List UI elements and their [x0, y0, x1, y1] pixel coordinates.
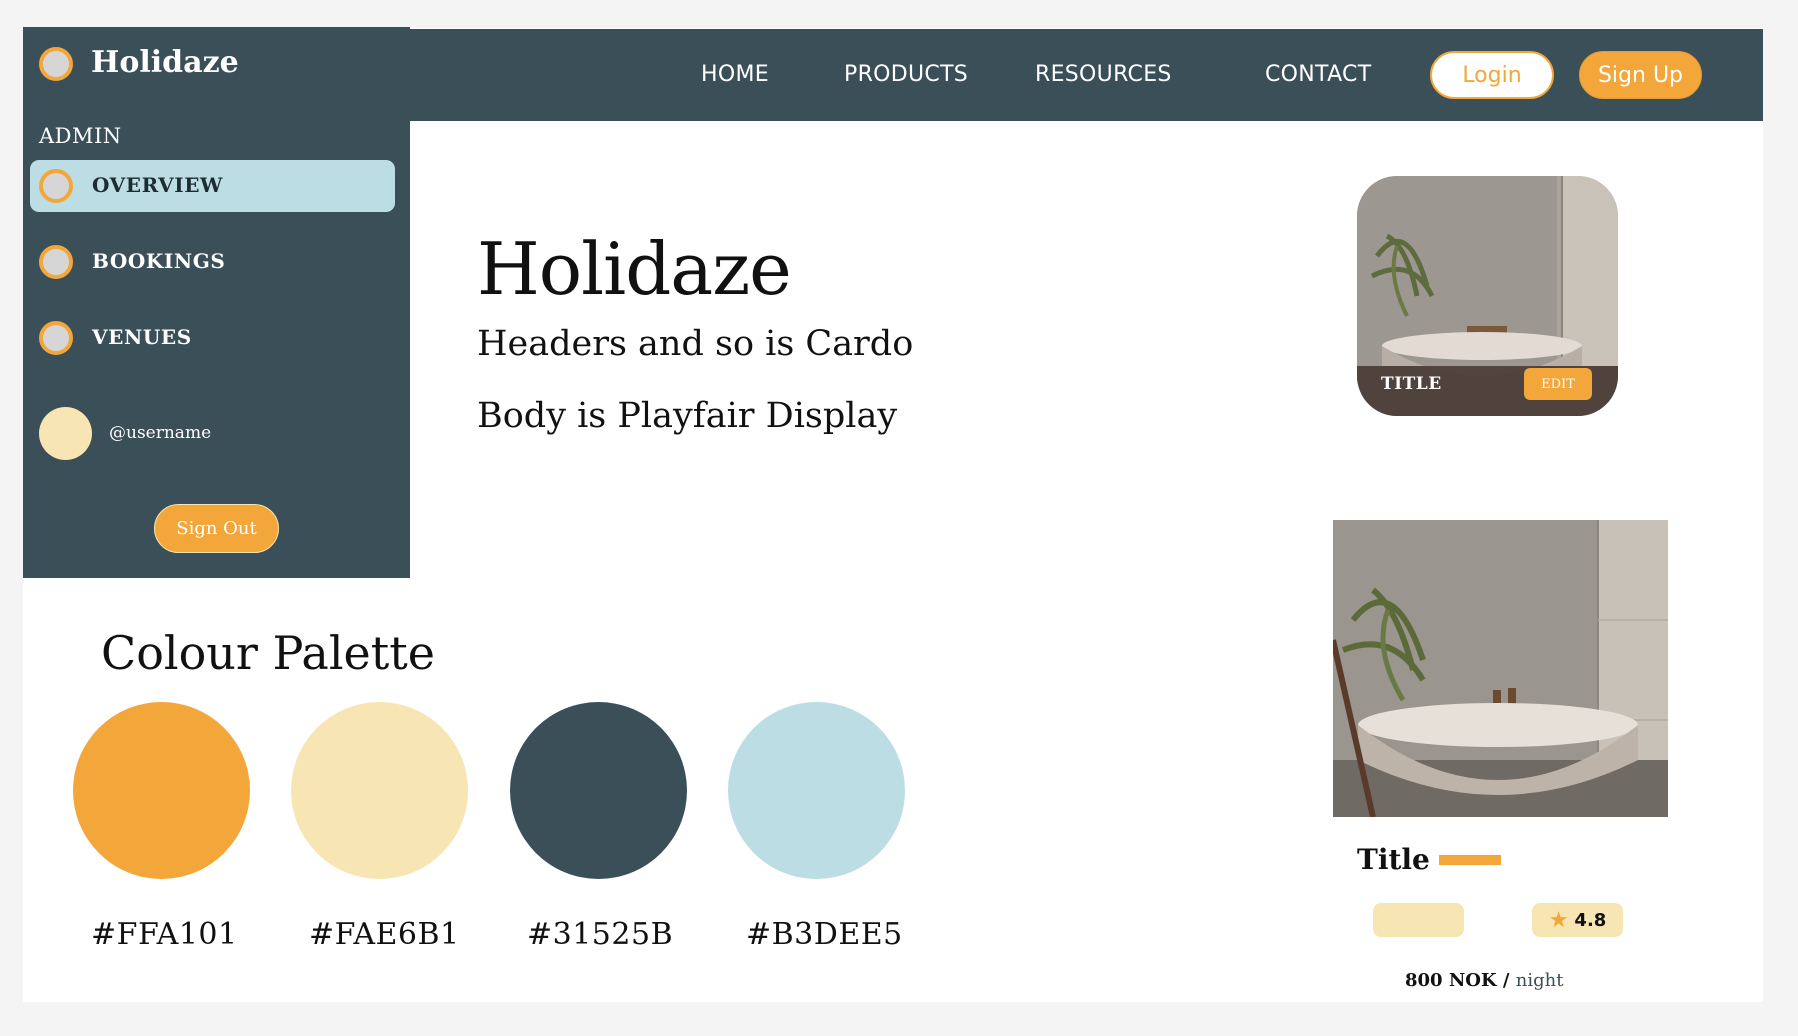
nav-home-link[interactable]: HOME — [701, 62, 769, 87]
hero-font-note-body: Body is Playfair Display — [477, 396, 898, 436]
title-accent-bar — [1439, 855, 1501, 865]
swatch-label-cream: #FAE6B1 — [309, 917, 460, 952]
bathtub-photo-icon — [1333, 520, 1668, 817]
brand-name: Holidaze — [91, 45, 239, 80]
swatch-cream — [291, 702, 468, 879]
tag-pill — [1373, 903, 1464, 937]
nav-products-link[interactable]: PRODUCTS — [844, 62, 968, 87]
circle-icon — [39, 169, 73, 203]
sidebar-item-venues[interactable]: VENUES — [30, 312, 395, 364]
avatar[interactable] — [39, 407, 92, 460]
swatch-dark-teal — [510, 702, 687, 879]
rating-badge: ★ 4.8 — [1532, 903, 1623, 937]
circle-icon — [39, 245, 73, 279]
sidebar-item-label: OVERVIEW — [92, 173, 224, 197]
admin-sidebar: Holidaze ADMIN OVERVIEW BOOKINGS VENUES … — [23, 27, 410, 578]
circle-icon — [39, 321, 73, 355]
username-label: @username — [109, 423, 212, 443]
swatch-label-orange: #FFA101 — [91, 917, 238, 952]
sidebar-item-label: BOOKINGS — [92, 249, 226, 273]
price-value: 800 NOK / — [1405, 970, 1510, 991]
admin-section-label: ADMIN — [39, 124, 122, 148]
edit-button[interactable]: EDIT — [1524, 368, 1592, 400]
hero-font-note-headers: Headers and so is Cardo — [477, 324, 914, 364]
sidebar-item-bookings[interactable]: BOOKINGS — [30, 236, 395, 288]
signup-button[interactable]: Sign Up — [1579, 51, 1702, 99]
login-button[interactable]: Login — [1430, 51, 1554, 99]
sidebar-item-label: VENUES — [92, 325, 192, 349]
card-title: TITLE — [1381, 374, 1442, 394]
nav-contact-link[interactable]: CONTACT — [1265, 62, 1371, 87]
swatch-label-dark-teal: #31525B — [527, 917, 674, 952]
venue-card-compact[interactable]: TITLE EDIT — [1357, 176, 1618, 416]
palette-title: Colour Palette — [101, 626, 435, 680]
venue-title: Title — [1357, 843, 1430, 876]
sign-out-button[interactable]: Sign Out — [154, 504, 279, 553]
price-unit: night — [1515, 970, 1564, 991]
hero-title: Holidaze — [477, 227, 792, 311]
swatch-orange — [73, 702, 250, 879]
star-icon: ★ — [1548, 907, 1569, 933]
swatch-label-light-blue: #B3DEE5 — [746, 917, 903, 952]
sidebar-item-overview[interactable]: OVERVIEW — [30, 160, 395, 212]
brand-logo-icon — [39, 47, 73, 81]
price-per-night: 800 NOK / night — [1405, 970, 1563, 991]
venue-card-image[interactable] — [1333, 520, 1668, 817]
nav-resources-link[interactable]: RESOURCES — [1035, 62, 1172, 87]
swatch-light-blue — [728, 702, 905, 879]
rating-value: 4.8 — [1574, 909, 1607, 931]
